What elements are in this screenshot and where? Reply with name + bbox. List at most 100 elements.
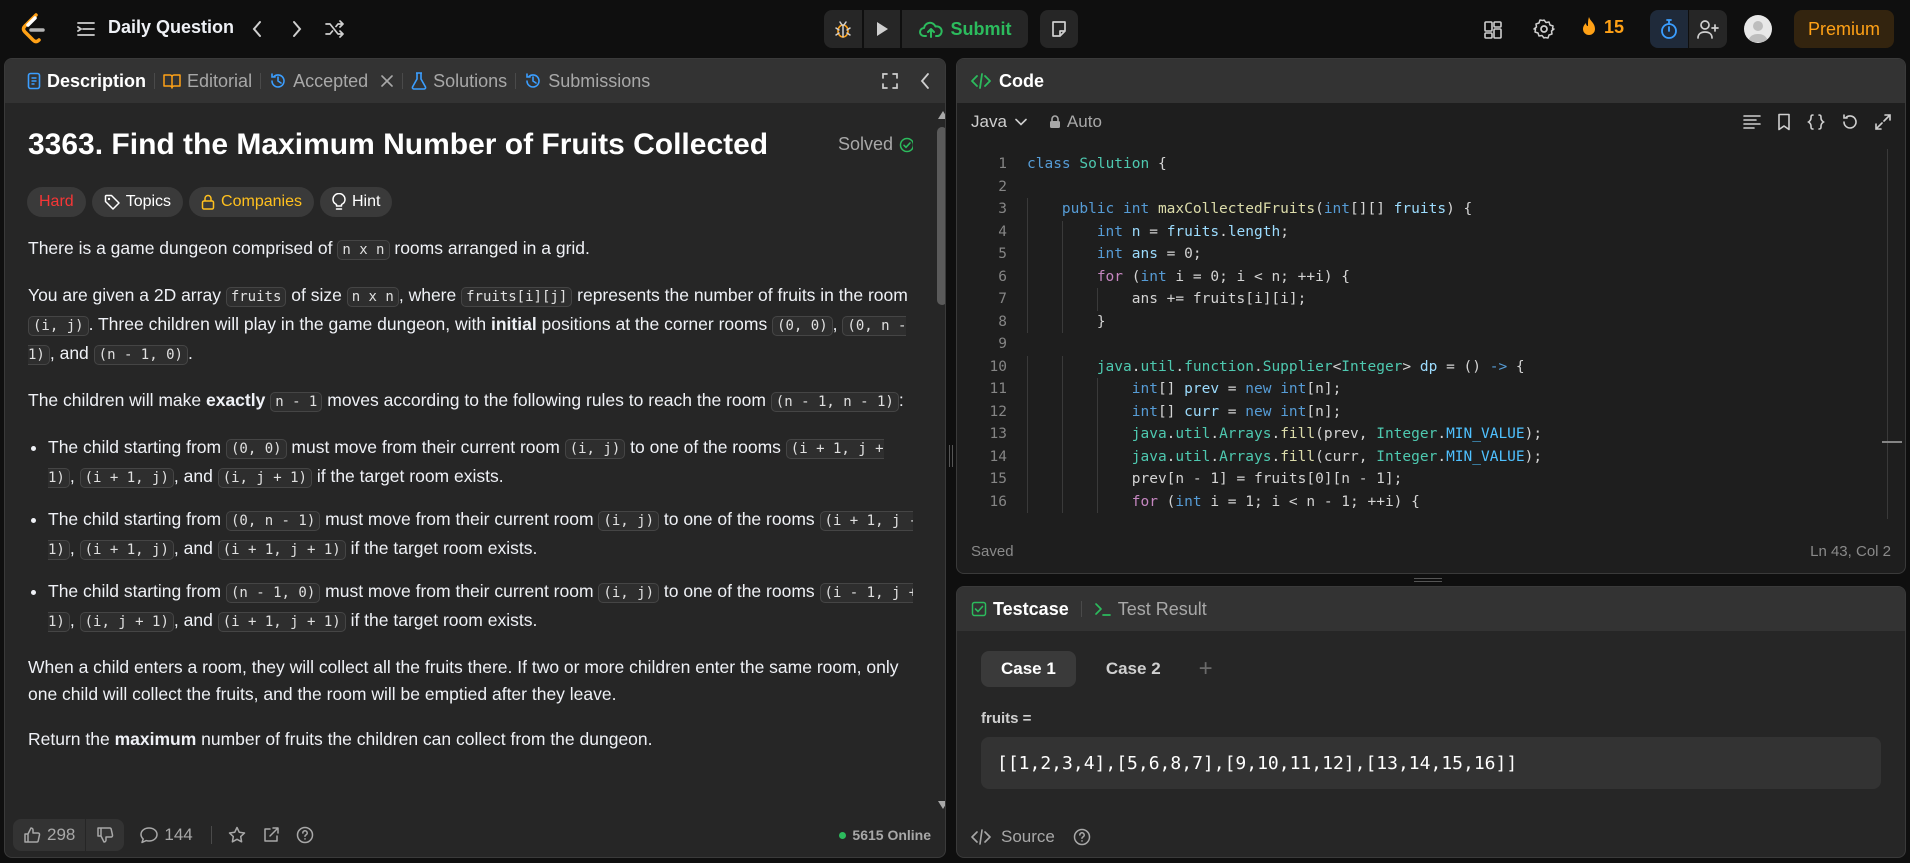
horizontal-resize-handle[interactable] [1414, 578, 1442, 582]
reset-icon[interactable] [1841, 113, 1859, 131]
code-line[interactable]: 10 java.util.function.Supplier<Integer> d… [957, 355, 1905, 379]
maximize-icon[interactable] [881, 72, 899, 90]
code-token: < [1332, 358, 1342, 375]
code-line[interactable]: 14 java.util.Arrays.fill(curr, Integer.MI… [957, 445, 1905, 468]
bookmark-icon[interactable] [1777, 113, 1791, 131]
paragraph: Return the maximum number of fruits the … [28, 729, 653, 749]
question-circle-icon[interactable] [1073, 828, 1091, 846]
code-line[interactable]: 3 public int maxCollectedFruits(int[][] f… [957, 198, 1905, 221]
minimap-marker [1882, 441, 1902, 443]
language-select[interactable]: Java [971, 112, 1027, 132]
play-icon [877, 22, 888, 36]
autocomplete-toggle[interactable]: Auto [1049, 112, 1102, 132]
code-token: for [1096, 268, 1124, 285]
dislike-button[interactable] [85, 819, 124, 851]
curly-braces-icon[interactable] [1807, 113, 1825, 131]
daily-question-title[interactable]: Daily Question [108, 17, 234, 38]
code-line[interactable]: 4 int n = fruits.length; [957, 220, 1905, 243]
run-button[interactable] [862, 10, 900, 48]
favorite-button[interactable] [228, 826, 246, 844]
comments-button[interactable]: 144 [140, 825, 193, 845]
vertical-resize-handle[interactable] [949, 445, 953, 467]
premium-button[interactable]: Premium [1794, 10, 1894, 48]
chevron-down-icon [1015, 118, 1027, 126]
code-line[interactable]: 9 [957, 333, 1905, 356]
input-variable-label: fruits = [981, 710, 1032, 727]
code-line[interactable]: 2 [957, 176, 1905, 199]
line-content: public int maxCollectedFruits(int[][] fr… [1062, 198, 1472, 221]
format-text-icon[interactable] [1743, 114, 1761, 130]
code-token: for [1131, 493, 1158, 510]
layout-grid-icon[interactable] [1483, 19, 1505, 41]
expand-icon[interactable] [1875, 114, 1891, 130]
fruits-input[interactable]: [[1,2,3,4],[5,6,8,7],[9,10,11,12],[13,14… [981, 737, 1881, 789]
scrollbar-thumb[interactable] [937, 127, 945, 305]
help-button[interactable] [296, 826, 314, 844]
description-scrollbar[interactable] [935, 111, 945, 811]
notes-button[interactable] [1040, 10, 1078, 48]
companies-chip[interactable]: Companies [189, 187, 314, 217]
tab-solutions[interactable]: Solutions [403, 59, 515, 103]
source-button[interactable]: Source [1001, 827, 1055, 847]
collapse-chevron-icon[interactable] [919, 72, 931, 90]
list-item: The child starting from (0, 0) must move… [48, 434, 913, 492]
shuffle-icon[interactable] [322, 16, 348, 42]
code-token: . [1437, 426, 1447, 442]
tab-submissions[interactable]: Submissions [516, 59, 658, 103]
code-line[interactable]: 6 for (int i = 0; i < n; ++i) { [957, 265, 1905, 288]
streak-counter[interactable]: 15 [1580, 16, 1624, 38]
gear-icon[interactable] [1533, 18, 1555, 40]
description-footer: 298 144 5615 Online [5, 813, 945, 857]
paragraph: When a child enters a room, they will co… [28, 657, 899, 704]
hint-chip[interactable]: Hint [319, 187, 393, 217]
avatar[interactable] [1744, 15, 1772, 43]
submit-button[interactable]: Submit [900, 10, 1028, 48]
like-button[interactable]: 298 [13, 819, 85, 851]
scroll-down-arrow-icon[interactable] [938, 801, 945, 809]
tag-icon [104, 194, 120, 210]
leetcode-logo-icon[interactable] [20, 13, 50, 45]
debug-button[interactable] [824, 10, 862, 48]
line-content: java.util.function.Supplier<Integer> dp … [1097, 356, 1525, 379]
case-1-button[interactable]: Case 1 [981, 651, 1076, 687]
code-line[interactable]: 12 int[] curr = new int[n]; [957, 400, 1905, 423]
indent-guide [1096, 423, 1098, 446]
topics-chip[interactable]: Topics [91, 187, 184, 217]
tab-test-result[interactable]: Test Result [1094, 599, 1207, 620]
code-line[interactable]: 13 java.util.Arrays.fill(prev, Integer.MI… [957, 423, 1905, 446]
code-line[interactable]: 11 int[] prev = new int[n]; [957, 378, 1905, 401]
problem-list-icon[interactable] [76, 19, 96, 39]
line-number: 4 [998, 223, 1007, 240]
timer-button[interactable] [1650, 10, 1688, 48]
code-token: ans [1131, 246, 1158, 262]
code-editor[interactable]: 1 class Solution {2 3 public int maxCollect… [957, 149, 1905, 519]
indent-guide [1061, 400, 1063, 423]
code-token: ; [1280, 223, 1289, 240]
code-token: fill [1280, 426, 1316, 442]
code-token: fruits [1166, 223, 1220, 240]
tab-testcase[interactable]: Testcase [971, 599, 1069, 620]
tab-editorial[interactable]: Editorial [155, 59, 260, 103]
tab-description[interactable]: Description [19, 59, 154, 103]
flame-icon [1583, 17, 1595, 35]
tab-accepted[interactable]: Accepted [261, 59, 402, 103]
chevron-left-icon[interactable] [244, 16, 270, 42]
code-token: curr [1184, 403, 1220, 420]
code-token: int [1140, 268, 1176, 285]
code-brackets-icon [971, 73, 991, 89]
case-2-button[interactable]: Case 2 [1086, 651, 1181, 687]
scroll-up-arrow-icon[interactable] [938, 111, 945, 119]
code-line[interactable]: 5 int ans = 0; [957, 243, 1905, 266]
code-line[interactable]: 15 prev[n - 1] = fruits[0][n - 1]; [957, 468, 1905, 491]
chevron-right-icon[interactable] [284, 16, 310, 42]
code-token: MIN_VALUE [1446, 448, 1525, 465]
code-line[interactable]: 7 ans += fruits[i][i]; [957, 288, 1905, 311]
code-line[interactable]: 1 class Solution { [957, 153, 1905, 176]
share-button[interactable] [262, 826, 280, 844]
add-user-button[interactable] [1689, 10, 1727, 48]
code-token: public [1061, 201, 1124, 217]
code-line[interactable]: 16 for (int i = 1; i < n - 1; ++i) { [957, 490, 1905, 513]
code-token: ); [1524, 426, 1543, 442]
add-case-button[interactable]: + [1191, 651, 1221, 687]
code-line[interactable]: 8} [957, 310, 1905, 333]
